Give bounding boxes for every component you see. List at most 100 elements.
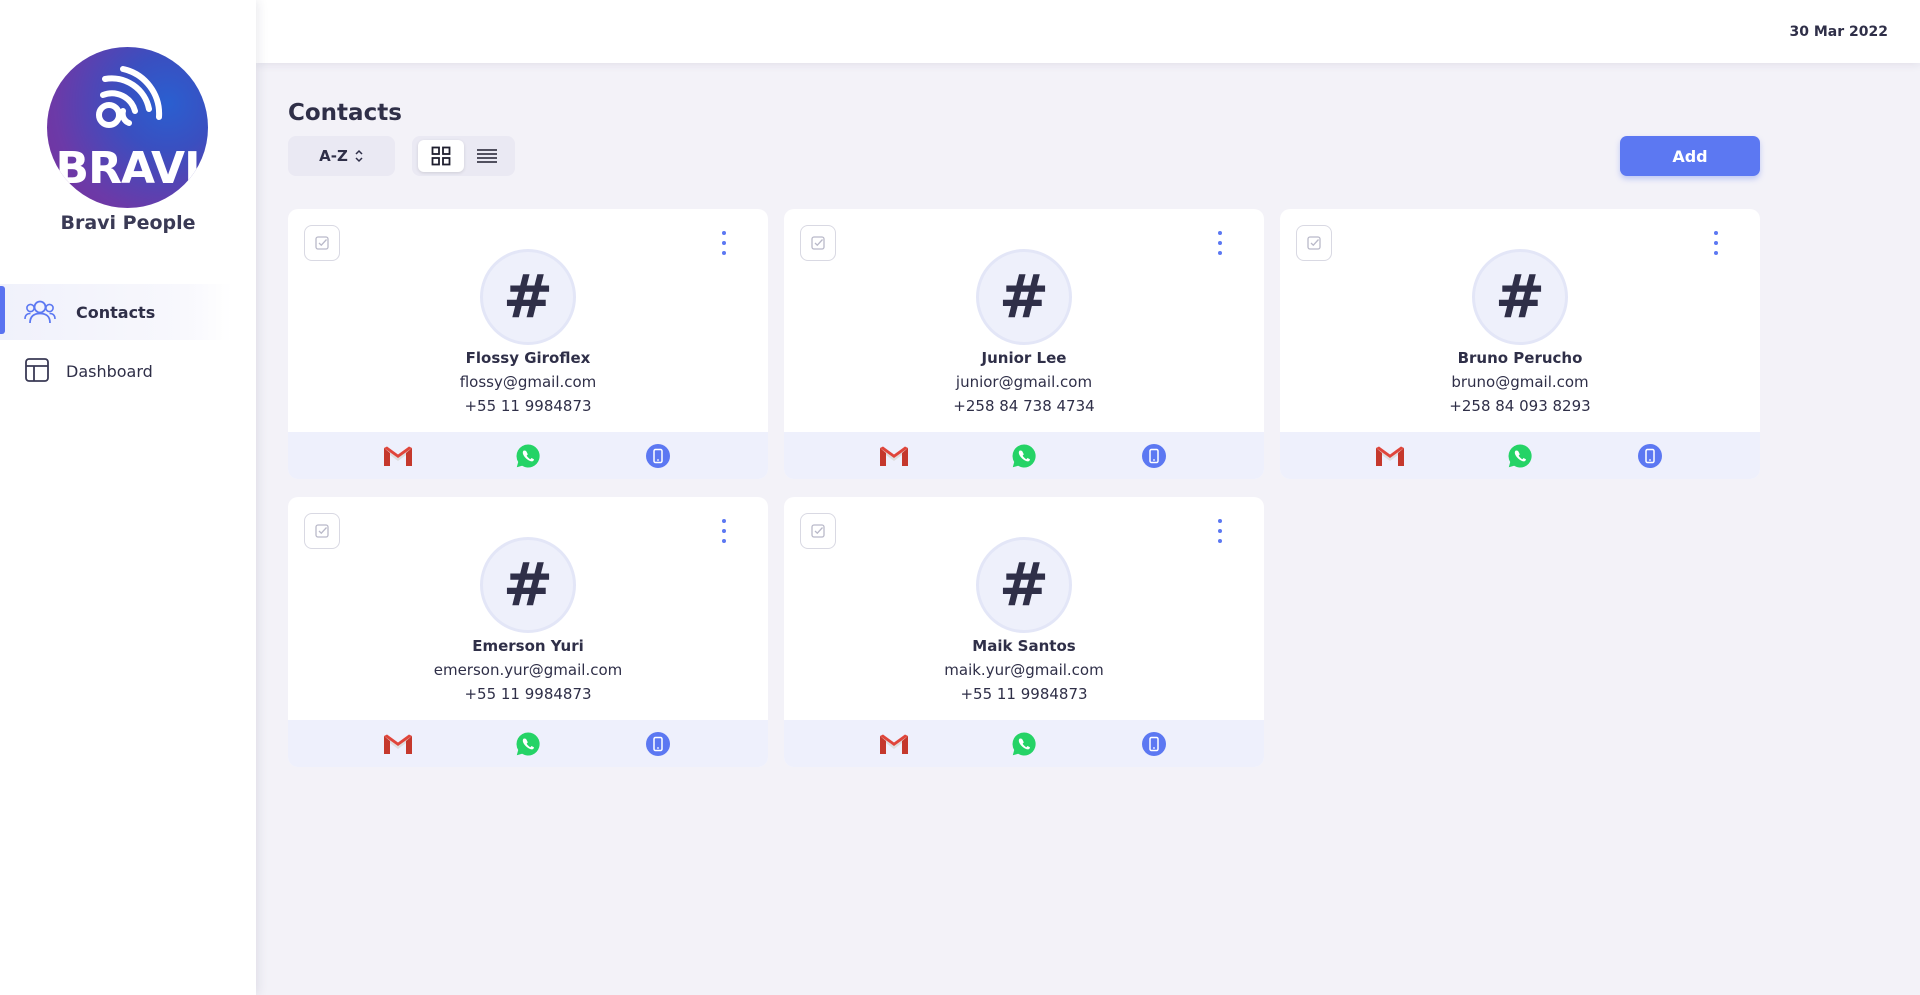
mobile-phone-icon	[1638, 444, 1662, 468]
contact-email: junior@gmail.com	[955, 373, 1093, 391]
whatsapp-button[interactable]	[1504, 440, 1536, 472]
more-options-icon[interactable]	[718, 519, 730, 543]
gmail-button[interactable]	[382, 728, 414, 760]
brand-name: Bravi People	[60, 212, 196, 234]
gmail-icon	[880, 734, 908, 754]
avatar: #	[976, 249, 1072, 345]
sidebar-item-dashboard[interactable]: Dashboard	[0, 343, 232, 399]
contact-email: bruno@gmail.com	[1451, 373, 1589, 391]
sort-button[interactable]: A-Z	[288, 136, 395, 176]
avatar: #	[480, 537, 576, 633]
contact-card: # Maik Santos maik.yur@gmail.com +55 11 …	[784, 497, 1264, 767]
gmail-button[interactable]	[382, 440, 414, 472]
more-options-icon[interactable]	[1214, 231, 1226, 255]
avatar-initial: #	[998, 550, 1050, 620]
checkbox-icon	[1307, 236, 1321, 250]
mobile-phone-icon	[646, 444, 670, 468]
sidebar-item-label: Dashboard	[66, 361, 153, 381]
sort-label: A-Z	[319, 147, 348, 165]
avatar: #	[976, 537, 1072, 633]
mobile-phone-icon	[1142, 732, 1166, 756]
view-toggle	[412, 136, 515, 176]
bravi-logo: BRAVI	[47, 47, 208, 208]
gmail-button[interactable]	[878, 440, 910, 472]
whatsapp-button[interactable]	[1008, 728, 1040, 760]
avatar-initial: #	[998, 262, 1050, 332]
grid-icon	[431, 146, 451, 166]
contact-phone: +55 11 9984873	[464, 397, 592, 415]
list-view-button[interactable]	[464, 140, 510, 172]
select-checkbox[interactable]	[1296, 225, 1332, 261]
gmail-icon	[384, 446, 412, 466]
contact-email: flossy@gmail.com	[459, 373, 597, 391]
whatsapp-button[interactable]	[512, 728, 544, 760]
checkbox-icon	[315, 236, 329, 250]
sidebar-item-label: Contacts	[76, 302, 156, 322]
contact-email: emerson.yur@gmail.com	[433, 661, 623, 679]
gmail-icon	[384, 734, 412, 754]
avatar: #	[480, 249, 576, 345]
list-icon	[477, 149, 497, 163]
contact-card: # Emerson Yuri emerson.yur@gmail.com +55…	[288, 497, 768, 767]
whatsapp-button[interactable]	[1008, 440, 1040, 472]
whatsapp-button[interactable]	[512, 440, 544, 472]
checkbox-icon	[315, 524, 329, 538]
contact-name: Junior Lee	[981, 349, 1067, 367]
contact-name: Flossy Giroflex	[465, 349, 591, 367]
users-icon	[24, 300, 56, 324]
avatar-initial: #	[1494, 262, 1546, 332]
top-bar: 30 Mar 2022	[256, 0, 1920, 63]
call-button[interactable]	[642, 440, 674, 472]
gmail-button[interactable]	[1374, 440, 1406, 472]
gmail-icon	[880, 446, 908, 466]
gmail-icon	[1376, 446, 1404, 466]
current-date: 30 Mar 2022	[1789, 24, 1888, 40]
logo-text: BRAVI	[55, 143, 201, 194]
sidebar-item-contacts[interactable]: Contacts	[0, 284, 232, 340]
avatar: #	[1472, 249, 1568, 345]
avatar-initial: #	[502, 262, 554, 332]
contact-email: maik.yur@gmail.com	[944, 661, 1104, 679]
page-title: Contacts	[288, 100, 402, 126]
more-options-icon[interactable]	[1214, 519, 1226, 543]
whatsapp-icon	[516, 732, 540, 756]
gmail-button[interactable]	[878, 728, 910, 760]
more-options-icon[interactable]	[718, 231, 730, 255]
mobile-phone-icon	[1142, 444, 1166, 468]
select-checkbox[interactable]	[304, 513, 340, 549]
select-checkbox[interactable]	[304, 225, 340, 261]
layout-icon	[25, 358, 49, 382]
contact-actions	[784, 720, 1264, 767]
call-button[interactable]	[1634, 440, 1666, 472]
more-options-icon[interactable]	[1710, 231, 1722, 255]
contact-card: # Junior Lee junior@gmail.com +258 84 73…	[784, 209, 1264, 479]
contact-card: # Flossy Giroflex flossy@gmail.com +55 1…	[288, 209, 768, 479]
avatar-initial: #	[502, 550, 554, 620]
whatsapp-icon	[1508, 444, 1532, 468]
contact-actions	[288, 720, 768, 767]
contact-card: # Bruno Perucho bruno@gmail.com +258 84 …	[1280, 209, 1760, 479]
contact-name: Maik Santos	[972, 637, 1076, 655]
grid-view-button[interactable]	[418, 140, 464, 172]
add-contact-button[interactable]: Add	[1620, 136, 1760, 176]
contact-phone: +55 11 9984873	[464, 685, 592, 703]
signal-logo-icon	[96, 66, 163, 128]
contact-actions	[784, 432, 1264, 479]
contact-actions	[1280, 432, 1760, 479]
select-checkbox[interactable]	[800, 225, 836, 261]
sidebar: BRAVI Bravi People Contacts Dashboard	[0, 0, 256, 995]
checkbox-icon	[811, 524, 825, 538]
whatsapp-icon	[1012, 444, 1036, 468]
select-checkbox[interactable]	[800, 513, 836, 549]
contact-phone: +258 84 093 8293	[1449, 397, 1591, 415]
call-button[interactable]	[1138, 440, 1170, 472]
mobile-phone-icon	[646, 732, 670, 756]
contact-name: Emerson Yuri	[472, 637, 584, 655]
call-button[interactable]	[1138, 728, 1170, 760]
contact-name: Bruno Perucho	[1457, 349, 1583, 367]
contact-actions	[288, 432, 768, 479]
whatsapp-icon	[1012, 732, 1036, 756]
call-button[interactable]	[642, 728, 674, 760]
whatsapp-icon	[516, 444, 540, 468]
checkbox-icon	[811, 236, 825, 250]
